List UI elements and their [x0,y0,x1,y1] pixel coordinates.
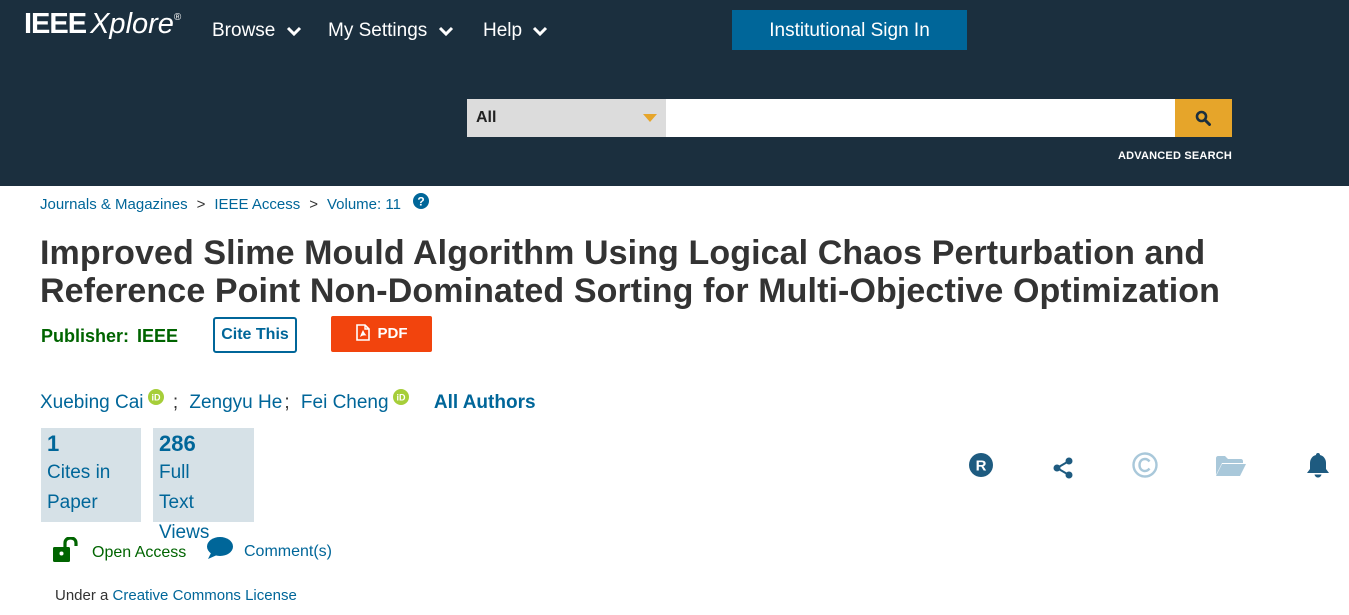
nav-my-settings-label: My Settings [328,20,428,42]
comments-link[interactable]: Comment(s) [206,537,333,564]
search-input[interactable] [666,99,1175,137]
metric-label: Cites in [47,462,111,483]
breadcrumb-volume[interactable]: Volume: 11 [327,196,401,213]
question-circle-icon[interactable]: ? [413,193,430,213]
chevron-down-icon [532,20,548,42]
institutional-sign-in-button[interactable]: Institutional Sign In [732,10,967,50]
breadcrumb-journals-magazines[interactable]: Journals & Magazines [40,196,188,213]
metric-label: Text [159,492,194,513]
open-access-indicator: Open Access [52,536,187,566]
article-title-line-2: Reference Point Non-Dominated Sorting fo… [40,272,1221,310]
logo-xplore-text: Xplore [90,8,174,40]
chevron-down-icon [286,20,302,42]
creative-commons-license-link[interactable]: Creative Commons License [113,587,297,604]
svg-text:?: ? [417,195,424,209]
folder-icon[interactable] [1215,455,1247,482]
site-header: IEEE Xplore® Browse My Settings Help Inst… [0,0,1349,186]
nav-browse-label: Browse [212,20,276,42]
share-icon[interactable] [1052,456,1074,485]
license-notice: Under a Creative Commons License [55,587,297,604]
rights-r-icon[interactable]: R [968,451,994,484]
orcid-icon[interactable]: iD [392,389,409,411]
caret-down-icon [643,114,657,122]
author-separator: ; [172,392,179,414]
breadcrumb-separator: > [196,195,206,213]
article-title: Improved Slime Mould Algorithm Using Log… [40,234,1320,310]
ieee-xplore-logo[interactable]: IEEE Xplore® [24,8,181,41]
pdf-file-icon [355,323,370,341]
breadcrumb: Journals & Magazines > IEEE Access > Volume:… [40,193,430,215]
author-link[interactable]: Xuebing Cai [40,392,144,413]
comments-label: Comment(s) [244,543,333,561]
cite-this-button[interactable]: Cite This [213,317,297,353]
copyright-icon[interactable] [1131,451,1159,484]
open-access-label: Open Access [92,544,187,562]
logo-registered-mark: ® [173,12,182,23]
svg-text:iD: iD [396,393,406,403]
search-button[interactable] [1175,99,1232,137]
chevron-down-icon [438,20,454,42]
metric-label: Paper [47,492,98,513]
publisher-label: Publisher: [41,326,130,346]
publisher: Publisher: IEEE [41,326,178,347]
nav-my-settings[interactable]: My Settings [328,20,454,42]
author-separator: ; [284,392,290,414]
svg-text:R: R [976,458,987,475]
orcid-icon[interactable]: iD [147,389,164,411]
cites-in-paper-metric[interactable]: 1 Cites in Paper [41,428,141,522]
nav-help-label: Help [483,20,523,42]
metric-number: 286 [159,431,196,456]
all-authors-link[interactable]: All Authors [434,392,536,413]
bell-icon[interactable] [1305,451,1331,484]
license-prefix: Under a [55,587,109,604]
breadcrumb-ieee-access[interactable]: IEEE Access [214,196,300,213]
metric-number: 1 [47,431,60,456]
unlocked-padlock-icon [53,536,78,562]
author-list: Xuebing Cai iD ; Zengyu He; Fei Cheng iD A… [40,389,536,414]
author-link[interactable]: Zengyu He [189,392,282,413]
speech-bubble-icon [207,537,233,559]
nav-help[interactable]: Help [483,20,548,42]
logo-ieee-text: IEEE [24,8,87,40]
search-scope-value: All [476,109,497,126]
pdf-button-label: PDF [377,325,408,343]
search-icon [1195,110,1211,126]
advanced-search-link[interactable]: ADVANCED SEARCH [1118,150,1232,162]
nav-browse[interactable]: Browse [212,20,302,42]
pdf-button[interactable]: PDF [331,316,432,352]
metric-label: Full [159,462,190,483]
publisher-value: IEEE [137,326,179,346]
article-title-line-1: Improved Slime Mould Algorithm Using Log… [40,234,1206,272]
full-text-views-metric[interactable]: 286 Full Text Views [153,428,254,543]
search-bar: All [467,99,1232,137]
author-link[interactable]: Fei Cheng [301,392,389,413]
svg-text:iD: iD [151,393,161,403]
breadcrumb-separator: > [309,195,318,213]
search-scope-dropdown[interactable]: All [467,99,666,137]
